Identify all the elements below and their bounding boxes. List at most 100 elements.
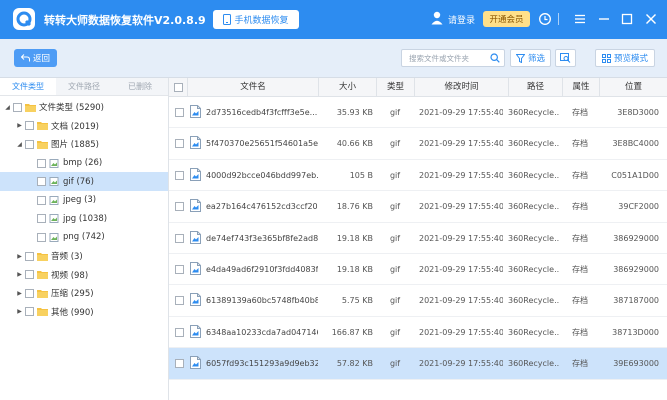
minimize-icon[interactable] bbox=[597, 12, 611, 26]
table-header: 文件名 大小 类型 修改时间 路径 属性 位置 bbox=[169, 78, 667, 97]
back-button[interactable]: 返回 bbox=[14, 49, 57, 67]
tree-item[interactable]: ◢ 文件类型 (5290) bbox=[0, 98, 168, 117]
table-row[interactable]: 61389139a60bc5748fb40b8... 5.75 KB gif 2021… bbox=[169, 285, 667, 317]
tree-item[interactable]: bmp (26) bbox=[0, 154, 168, 173]
vip-button[interactable]: 开通会员 bbox=[483, 11, 530, 27]
tree-checkbox[interactable] bbox=[25, 121, 34, 131]
login-link[interactable]: 请登录 bbox=[448, 13, 475, 26]
table-row[interactable]: 6057fd93c151293a9d9eb32... 57.82 KB gif 202… bbox=[169, 348, 667, 380]
header-attr[interactable]: 属性 bbox=[562, 78, 599, 97]
tree-item[interactable]: ▶ 其他 (990) bbox=[0, 303, 168, 322]
row-checkbox[interactable] bbox=[175, 108, 184, 117]
tree-checkbox[interactable] bbox=[25, 270, 34, 280]
row-checkbox[interactable] bbox=[175, 296, 184, 306]
tree-checkbox[interactable] bbox=[37, 214, 46, 224]
cell-type: gif bbox=[389, 327, 401, 337]
image-file-icon bbox=[49, 232, 60, 242]
header-name[interactable]: 文件名 bbox=[187, 78, 318, 97]
tree-checkbox[interactable] bbox=[25, 288, 34, 298]
tree-checkbox[interactable] bbox=[25, 139, 34, 149]
refresh-icon[interactable] bbox=[538, 12, 552, 26]
phone-recovery-button[interactable]: 手机数据恢复 bbox=[213, 10, 299, 29]
maximize-icon[interactable] bbox=[620, 12, 634, 26]
tree-checkbox[interactable] bbox=[25, 251, 34, 261]
tab-file-path[interactable]: 文件路径 bbox=[56, 78, 112, 95]
caret-down-icon[interactable]: ◢ bbox=[16, 141, 23, 148]
cell-path: 360Recycle... bbox=[508, 359, 559, 369]
tree-item[interactable]: ◢ 图片 (1885) bbox=[0, 135, 168, 154]
tree-item[interactable]: jpeg (3) bbox=[0, 191, 168, 210]
cell-path: 360Recycle... bbox=[508, 108, 559, 117]
row-checkbox[interactable] bbox=[175, 202, 184, 212]
table-row[interactable]: 4000d92bcce046bdd997eb... 105 B gif 2021-09… bbox=[169, 160, 667, 192]
row-checkbox[interactable] bbox=[175, 233, 184, 243]
cell-size: 57.82 KB bbox=[336, 359, 373, 369]
image-search-button[interactable] bbox=[555, 49, 576, 67]
header-pos[interactable]: 位置 bbox=[599, 78, 667, 97]
tree-checkbox[interactable] bbox=[37, 158, 46, 168]
tree-item[interactable]: ▶ 视频 (98) bbox=[0, 265, 168, 284]
cell-time: 2021-09-29 17:55:40 bbox=[419, 264, 503, 274]
header-size[interactable]: 大小 bbox=[318, 78, 376, 97]
cell-pos: 386929000 bbox=[613, 264, 659, 274]
search-input[interactable] bbox=[402, 50, 490, 66]
cell-size: 18.76 KB bbox=[336, 202, 373, 212]
row-checkbox[interactable] bbox=[175, 139, 184, 149]
user-icon[interactable] bbox=[431, 11, 443, 25]
tree-item[interactable]: ▶ 文档 (2019) bbox=[0, 117, 168, 136]
gif-file-icon bbox=[190, 356, 201, 370]
tree-checkbox[interactable] bbox=[37, 177, 46, 187]
row-checkbox[interactable] bbox=[175, 170, 184, 180]
header-type[interactable]: 类型 bbox=[376, 78, 414, 97]
close-icon[interactable] bbox=[644, 12, 658, 26]
cell-type: gif bbox=[389, 264, 401, 274]
select-all-checkbox[interactable] bbox=[174, 83, 183, 92]
search-box[interactable] bbox=[401, 49, 505, 67]
table-row[interactable]: ea27b164c476152cd3ccf20... 18.76 KB gif 202… bbox=[169, 191, 667, 223]
cell-attr: 存档 bbox=[572, 296, 588, 306]
gif-file-icon bbox=[190, 261, 201, 275]
caret-right-icon[interactable]: ▶ bbox=[16, 308, 23, 315]
header-time[interactable]: 修改时间 bbox=[414, 78, 508, 97]
table-row[interactable]: 6348aa10233cda7ad047146... 166.87 KB gif 20… bbox=[169, 317, 667, 349]
caret-right-icon[interactable]: ▶ bbox=[16, 253, 23, 260]
tab-deleted[interactable]: 已删除 bbox=[112, 78, 168, 95]
row-checkbox[interactable] bbox=[175, 327, 184, 337]
sidebar-tabs: 文件类型 文件路径 已删除 bbox=[0, 78, 168, 96]
cell-name: e4da49ad6f2910f3fdd4083f... bbox=[206, 264, 318, 274]
caret-right-icon[interactable]: ▶ bbox=[16, 271, 23, 278]
caret-right-icon[interactable]: ▶ bbox=[16, 290, 23, 297]
tree-item[interactable]: ▶ 压缩 (295) bbox=[0, 284, 168, 303]
menu-icon[interactable] bbox=[573, 12, 587, 26]
filter-button[interactable]: 筛选 bbox=[510, 49, 551, 67]
tree-item-label: png (742) bbox=[63, 232, 105, 243]
table-row[interactable]: e4da49ad6f2910f3fdd4083f... 19.18 KB gif 20… bbox=[169, 254, 667, 286]
tree-item[interactable]: gif (76) bbox=[0, 172, 168, 191]
row-checkbox[interactable] bbox=[175, 264, 184, 274]
caret-right-icon[interactable]: ▶ bbox=[16, 122, 23, 129]
tree-checkbox[interactable] bbox=[25, 307, 34, 317]
table-row[interactable]: 2d73516cedb4f3fcfff3e5e... 35.93 KB gif 202… bbox=[169, 97, 667, 129]
tree-item[interactable]: png (742) bbox=[0, 228, 168, 247]
folder-icon bbox=[37, 140, 48, 149]
cell-name: de74ef743f3e365bf8fe2ad8... bbox=[206, 233, 318, 243]
cell-path: 360Recycle... bbox=[508, 264, 559, 274]
tree-item[interactable]: jpg (1038) bbox=[0, 210, 168, 229]
preview-mode-button[interactable]: 预览模式 bbox=[595, 49, 655, 67]
app-logo-icon bbox=[13, 8, 35, 30]
table-row[interactable]: de74ef743f3e365bf8fe2ad8... 19.18 KB gif 20… bbox=[169, 223, 667, 254]
tree-item[interactable]: ▶ 音频 (3) bbox=[0, 247, 168, 266]
preview-mode-label: 预览模式 bbox=[613, 54, 648, 64]
tree-checkbox[interactable] bbox=[37, 195, 46, 205]
cell-time: 2021-09-29 17:55:40 bbox=[419, 296, 503, 306]
tab-file-type[interactable]: 文件类型 bbox=[0, 78, 56, 95]
tree-checkbox[interactable] bbox=[13, 102, 22, 112]
header-path[interactable]: 路径 bbox=[508, 78, 562, 97]
gif-file-icon bbox=[190, 293, 201, 307]
table-row[interactable]: 5f470370e25651f54601a5e... 40.66 KB gif 202… bbox=[169, 128, 667, 160]
row-checkbox[interactable] bbox=[175, 359, 184, 369]
tree-checkbox[interactable] bbox=[37, 232, 46, 242]
search-icon[interactable] bbox=[490, 53, 500, 63]
folder-icon bbox=[37, 121, 48, 131]
caret-down-icon[interactable]: ◢ bbox=[4, 104, 11, 111]
